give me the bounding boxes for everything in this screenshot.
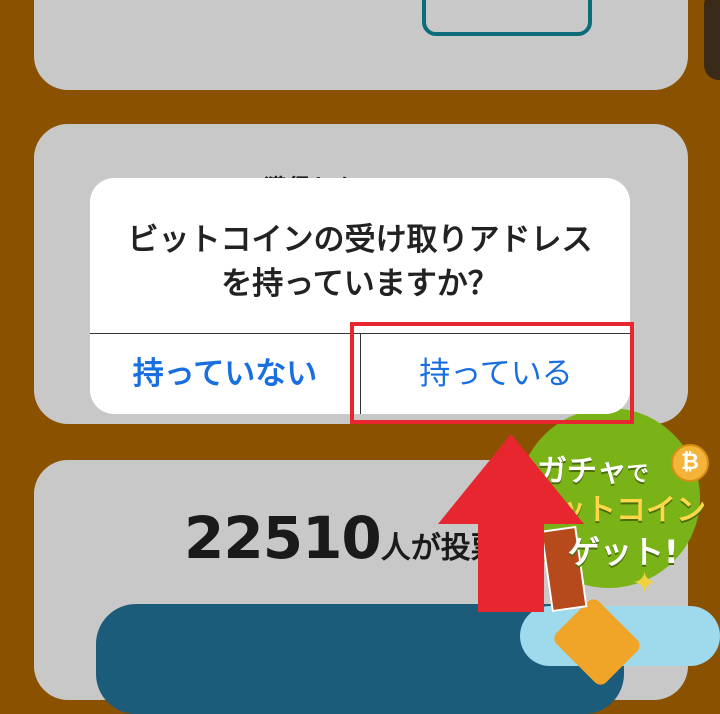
dialog-message-line-1: ビットコインの受け取りアドレス	[127, 222, 593, 258]
vote-number: 22510	[184, 504, 382, 572]
dialog-message: ビットコインの受け取りアドレス を持っていますか？	[90, 218, 630, 306]
dialog-message-line-2: を持っていますか？	[221, 266, 499, 302]
dont-have-button[interactable]: 持っていない	[90, 334, 360, 414]
banner-line-3: ゲット!	[568, 533, 679, 571]
highlight-annotation-box	[350, 322, 634, 424]
edge-avatar-image	[704, 0, 720, 80]
top-card	[34, 0, 688, 90]
bitcoin-icon: ₿	[671, 444, 709, 482]
arrow-shaft	[478, 522, 544, 612]
sparkle-icon: ✦	[632, 566, 658, 601]
arrow-up-icon	[438, 434, 584, 524]
outline-button[interactable]	[422, 0, 592, 36]
banner-de-text: で	[626, 462, 649, 487]
